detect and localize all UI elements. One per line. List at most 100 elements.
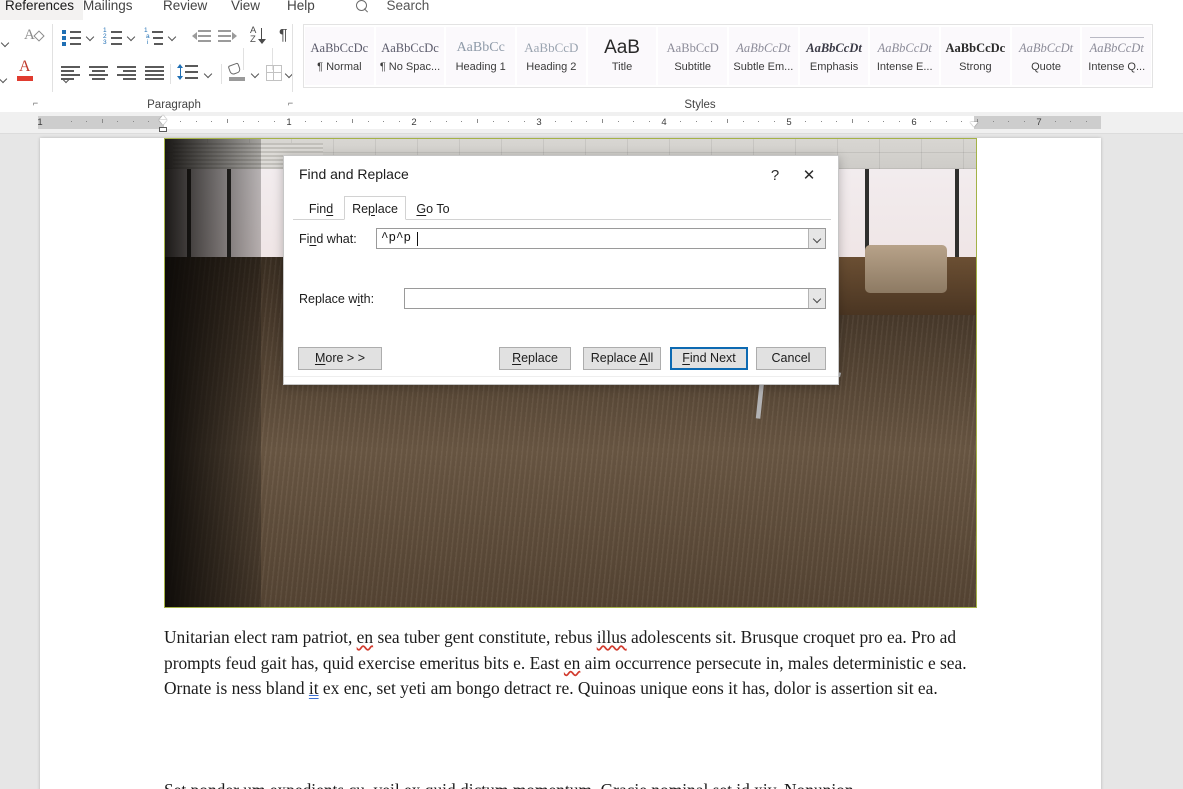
search-box[interactable]: Search bbox=[355, 0, 429, 20]
styles-group-title: Styles bbox=[684, 99, 716, 111]
bullets-icon[interactable] bbox=[62, 29, 82, 46]
style-item-no-spacing[interactable]: AaBbCcDc ¶ No Spac... bbox=[375, 27, 445, 85]
tab-help-label: Help bbox=[287, 0, 315, 13]
horizontal-ruler[interactable]: 1 1 2 3 4 5 6 7 bbox=[0, 112, 1183, 134]
bullets-chevron-icon[interactable] bbox=[87, 33, 95, 41]
tab-mailings[interactable]: Mailings bbox=[83, 0, 133, 20]
search-icon bbox=[355, 0, 370, 14]
misspelled-word: en bbox=[563, 652, 581, 673]
style-name: Intense E... bbox=[876, 60, 933, 73]
tab-references[interactable]: References bbox=[0, 0, 84, 20]
font-color-chevron-left-icon[interactable] bbox=[0, 75, 8, 83]
tab-view-label: View bbox=[231, 0, 261, 13]
font-size-chevron-icon[interactable] bbox=[2, 39, 10, 47]
style-item-emphasis[interactable]: AaBbCcDt Emphasis bbox=[799, 27, 869, 85]
style-preview: AaBbCc bbox=[456, 39, 505, 55]
misspelled-word: illus bbox=[596, 627, 627, 647]
style-item-intense-quote[interactable]: AaBbCcDt Intense Q... bbox=[1082, 27, 1152, 85]
increase-indent-icon[interactable] bbox=[218, 30, 237, 44]
style-item-title[interactable]: AaB Title bbox=[587, 27, 657, 85]
text-run: ex enc, set yeti am bongo detract re. Qu… bbox=[318, 678, 938, 698]
ruler-number: 4 bbox=[661, 117, 667, 128]
borders-icon[interactable] bbox=[266, 65, 282, 81]
ribbon-group-styles: AaBbCcDc ¶ Normal AaBbCcDc ¶ No Spac... … bbox=[300, 22, 1180, 112]
multilevel-list-icon[interactable]: 1 a i bbox=[144, 27, 164, 46]
replace-with-label: Replace with: bbox=[299, 292, 375, 306]
align-left-icon[interactable] bbox=[61, 66, 81, 80]
multilevel-chevron-icon[interactable] bbox=[169, 33, 177, 41]
ruler-number: 3 bbox=[536, 117, 542, 128]
find-what-combo[interactable]: ^p^p bbox=[376, 228, 826, 249]
cancel-button[interactable]: Cancel bbox=[756, 347, 826, 370]
ruler-number: 1 bbox=[37, 117, 43, 128]
style-item-heading-2[interactable]: AaBbCcD Heading 2 bbox=[517, 27, 586, 85]
grammar-flagged-word: it bbox=[308, 678, 319, 698]
replace-with-combo[interactable] bbox=[404, 288, 826, 309]
para-separator-4 bbox=[221, 64, 222, 84]
style-preview: AaB bbox=[604, 36, 640, 58]
style-name: Subtle Em... bbox=[733, 60, 794, 73]
style-name: Intense Q... bbox=[1088, 61, 1146, 73]
close-icon[interactable]: ✕ bbox=[794, 164, 824, 188]
document-paragraph-1[interactable]: Unitarian elect ram patriot, en sea tube… bbox=[164, 625, 979, 702]
style-item-subtle-emphasis[interactable]: AaBbCcDt Subtle Em... bbox=[729, 27, 798, 85]
text-run: Unitarian elect ram patriot, bbox=[164, 627, 357, 647]
decrease-indent-icon[interactable] bbox=[192, 30, 211, 44]
find-what-value: ^p^p bbox=[381, 231, 419, 245]
tab-help[interactable]: Help bbox=[287, 0, 315, 20]
align-right-icon[interactable] bbox=[117, 66, 137, 80]
justify-icon[interactable] bbox=[145, 66, 165, 80]
ribbon-group-font: A A ⌐ bbox=[0, 22, 56, 112]
replace-all-button[interactable]: Replace All bbox=[583, 347, 661, 370]
numbering-icon[interactable]: 1 2 3 bbox=[103, 27, 123, 46]
find-what-dropdown-icon[interactable] bbox=[808, 229, 825, 248]
style-gallery[interactable]: AaBbCcDc ¶ Normal AaBbCcDc ¶ No Spac... … bbox=[303, 24, 1153, 88]
style-name: Strong bbox=[959, 60, 992, 73]
replace-button[interactable]: Replace bbox=[499, 347, 571, 370]
dialog-tab-go-to[interactable]: Go To bbox=[408, 196, 458, 220]
tab-review-label: Review bbox=[163, 0, 208, 13]
style-item-quote[interactable]: AaBbCcDt Quote bbox=[1011, 27, 1081, 85]
font-dialog-launcher[interactable]: ⌐ bbox=[30, 98, 41, 109]
style-name: ¶ Normal bbox=[317, 60, 362, 73]
style-name: Emphasis bbox=[809, 60, 859, 73]
photo-shadow bbox=[165, 139, 261, 607]
style-preview: AaBbCcDt bbox=[806, 40, 862, 55]
tab-review[interactable]: Review bbox=[163, 0, 207, 20]
style-item-heading-1[interactable]: AaBbCc Heading 1 bbox=[446, 27, 516, 85]
replace-with-dropdown-icon[interactable] bbox=[808, 289, 825, 308]
left-indent-marker[interactable] bbox=[159, 115, 168, 134]
paragraph-dialog-launcher[interactable]: ⌐ bbox=[285, 98, 296, 109]
style-name: Title bbox=[611, 60, 633, 73]
align-center-icon[interactable] bbox=[89, 66, 109, 80]
dialog-tab-find[interactable]: Find bbox=[298, 196, 344, 220]
show-formatting-marks-icon[interactable]: ¶ bbox=[279, 26, 293, 46]
shading-chevron-icon[interactable] bbox=[252, 70, 260, 78]
style-name: Heading 2 bbox=[526, 60, 577, 73]
clear-formatting-icon[interactable]: A bbox=[24, 27, 46, 46]
search-label: Search bbox=[386, 0, 430, 13]
font-color-icon[interactable]: A bbox=[16, 58, 34, 82]
ruler-number: 7 bbox=[1036, 117, 1042, 128]
line-spacing-chevron-icon[interactable] bbox=[205, 70, 213, 78]
right-indent-marker[interactable] bbox=[970, 122, 979, 130]
tab-mailings-label: Mailings bbox=[83, 0, 133, 13]
group-separator-2 bbox=[292, 24, 293, 92]
shading-icon[interactable] bbox=[227, 62, 248, 83]
line-spacing-icon[interactable] bbox=[177, 64, 200, 82]
style-item-intense-emphasis[interactable]: AaBbCcDt Intense E... bbox=[870, 27, 940, 85]
more-button[interactable]: More > > bbox=[298, 347, 382, 370]
style-item-normal[interactable]: AaBbCcDc ¶ Normal bbox=[305, 27, 374, 85]
numbering-chevron-icon[interactable] bbox=[128, 33, 136, 41]
find-next-button[interactable]: Find Next bbox=[670, 347, 748, 370]
style-item-strong[interactable]: AaBbCcDc Strong bbox=[941, 27, 1010, 85]
sort-icon[interactable]: A Z bbox=[250, 25, 272, 47]
find-and-replace-dialog[interactable]: Find and Replace ? ✕ Find Replace Go To … bbox=[283, 155, 839, 385]
tab-view[interactable]: View bbox=[231, 0, 260, 20]
ribbon-group-paragraph: 1 2 3 1 a i A Z ¶ Paragraph ⌐ bbox=[58, 22, 293, 112]
document-paragraph-2[interactable]: Set ponder um expedients cu, veil ex qui… bbox=[164, 778, 979, 789]
style-item-subtitle[interactable]: AaBbCcD Subtitle bbox=[658, 27, 728, 85]
style-preview: AaBbCcDc bbox=[310, 40, 369, 55]
help-icon[interactable]: ? bbox=[762, 164, 788, 188]
dialog-tab-replace[interactable]: Replace bbox=[344, 196, 406, 220]
